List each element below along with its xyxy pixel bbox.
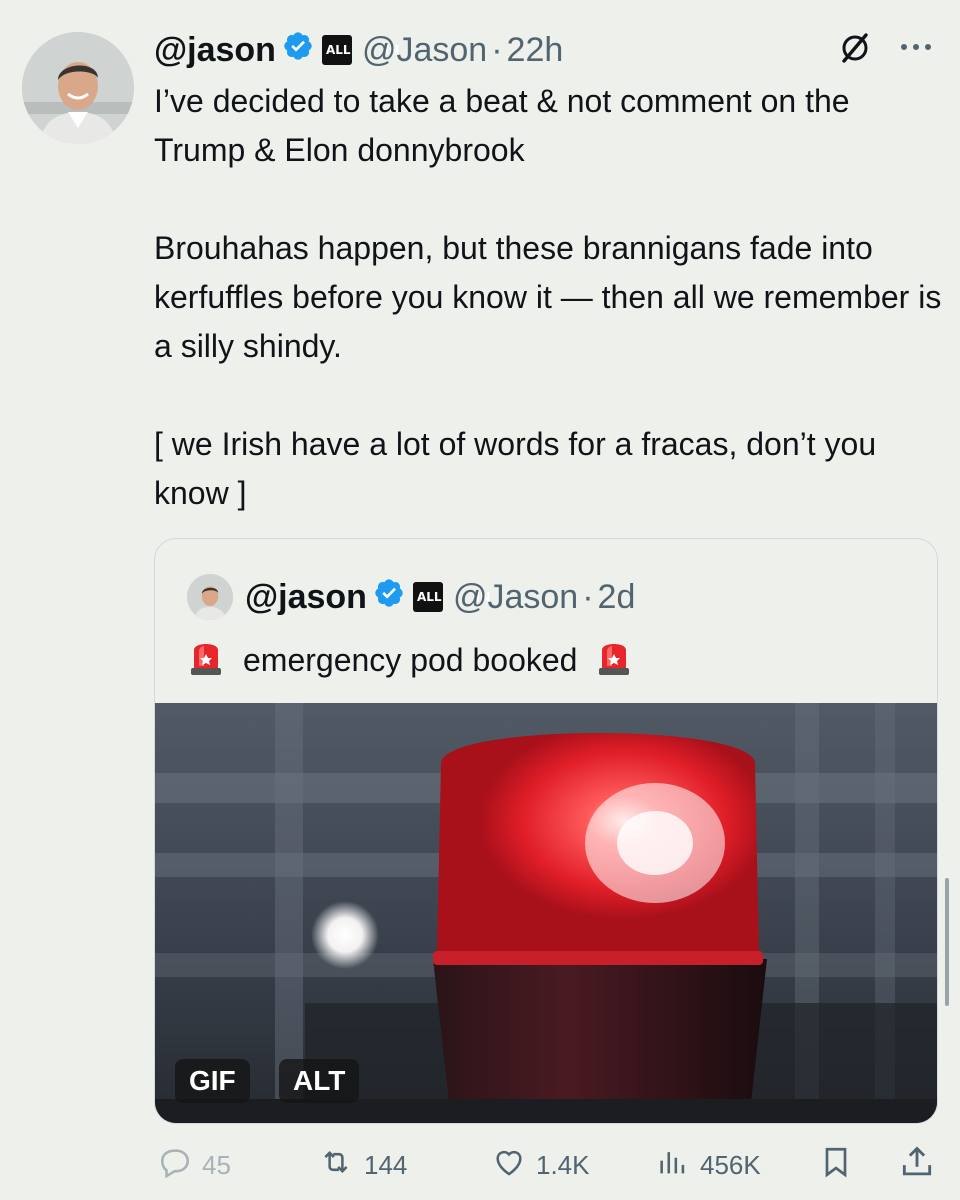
gif-badge[interactable]: GIF xyxy=(175,1059,250,1103)
reply-icon xyxy=(156,1145,202,1186)
quoted-gif-media[interactable]: GIF ALT xyxy=(155,703,937,1123)
police-siren-emoji-icon xyxy=(597,636,631,684)
verified-badge-icon xyxy=(373,577,405,618)
author-avatar[interactable] xyxy=(22,32,134,144)
quoted-tweet-card[interactable]: @jason ALL IN @Jason · 2d emergency pod … xyxy=(154,538,938,1124)
repost-count: 144 xyxy=(364,1149,408,1180)
tweet-actions-bar: 45 144 1.4K 456K xyxy=(154,1140,944,1190)
share-icon xyxy=(898,1142,944,1189)
all-in-affiliate-badge: ALL IN xyxy=(412,582,491,612)
police-siren-emoji-icon xyxy=(189,636,223,684)
view-count: 456K xyxy=(700,1149,761,1180)
separator-dot: · xyxy=(582,577,594,616)
share-button[interactable] xyxy=(898,1140,944,1190)
quoted-author-handle: @Jason xyxy=(452,577,579,616)
quoted-tweet-text: emergency pod booked xyxy=(189,635,651,685)
reply-button[interactable]: 45 xyxy=(156,1140,231,1190)
like-count: 1.4K xyxy=(536,1149,590,1180)
all-in-affiliate-badge[interactable]: ALL IN xyxy=(321,35,400,65)
repost-icon xyxy=(316,1145,364,1186)
bookmark-button[interactable] xyxy=(818,1140,862,1190)
heart-icon xyxy=(490,1145,536,1186)
author-handle[interactable]: @Jason xyxy=(362,31,487,70)
bookmark-icon xyxy=(818,1142,862,1189)
tweet-header: @jason ALL IN @Jason · 22h xyxy=(154,24,563,76)
views-icon xyxy=(654,1145,700,1186)
repost-button[interactable]: 144 xyxy=(316,1140,407,1190)
quoted-tweet-header: @jason ALL IN @Jason · 2d xyxy=(187,573,635,621)
views-button[interactable]: 456K xyxy=(654,1140,761,1190)
quoted-timestamp: 2d xyxy=(597,577,636,616)
reply-count: 45 xyxy=(202,1149,231,1180)
quoted-author-avatar xyxy=(187,574,233,620)
quoted-author-name: @jason xyxy=(245,577,367,616)
verified-badge-icon xyxy=(282,30,314,71)
affiliate-badge-label: ALL IN xyxy=(416,589,491,604)
tweet-paragraph: Brouhahas happen, but these brannigans f… xyxy=(154,230,942,364)
alt-text-button[interactable]: ALT xyxy=(279,1059,360,1103)
quoted-text-content: emergency pod booked xyxy=(243,641,578,678)
tweet-paragraph: I’ve decided to take a beat & not commen… xyxy=(154,83,850,168)
siren-gif-image xyxy=(155,703,937,1123)
like-button[interactable]: 1.4K xyxy=(490,1140,590,1190)
author-display-name[interactable]: @jason xyxy=(154,31,276,70)
more-icon[interactable] xyxy=(894,34,938,65)
tweet-timestamp[interactable]: 22h xyxy=(507,31,564,70)
scrollbar-thumb[interactable] xyxy=(945,878,949,1006)
tweet-text: I’ve decided to take a beat & not commen… xyxy=(154,77,944,518)
tweet-paragraph: [ we Irish have a lot of words for a fra… xyxy=(154,426,877,511)
separator-dot: · xyxy=(491,30,503,69)
grok-icon[interactable] xyxy=(835,28,875,73)
affiliate-badge-label: ALL IN xyxy=(325,42,400,57)
